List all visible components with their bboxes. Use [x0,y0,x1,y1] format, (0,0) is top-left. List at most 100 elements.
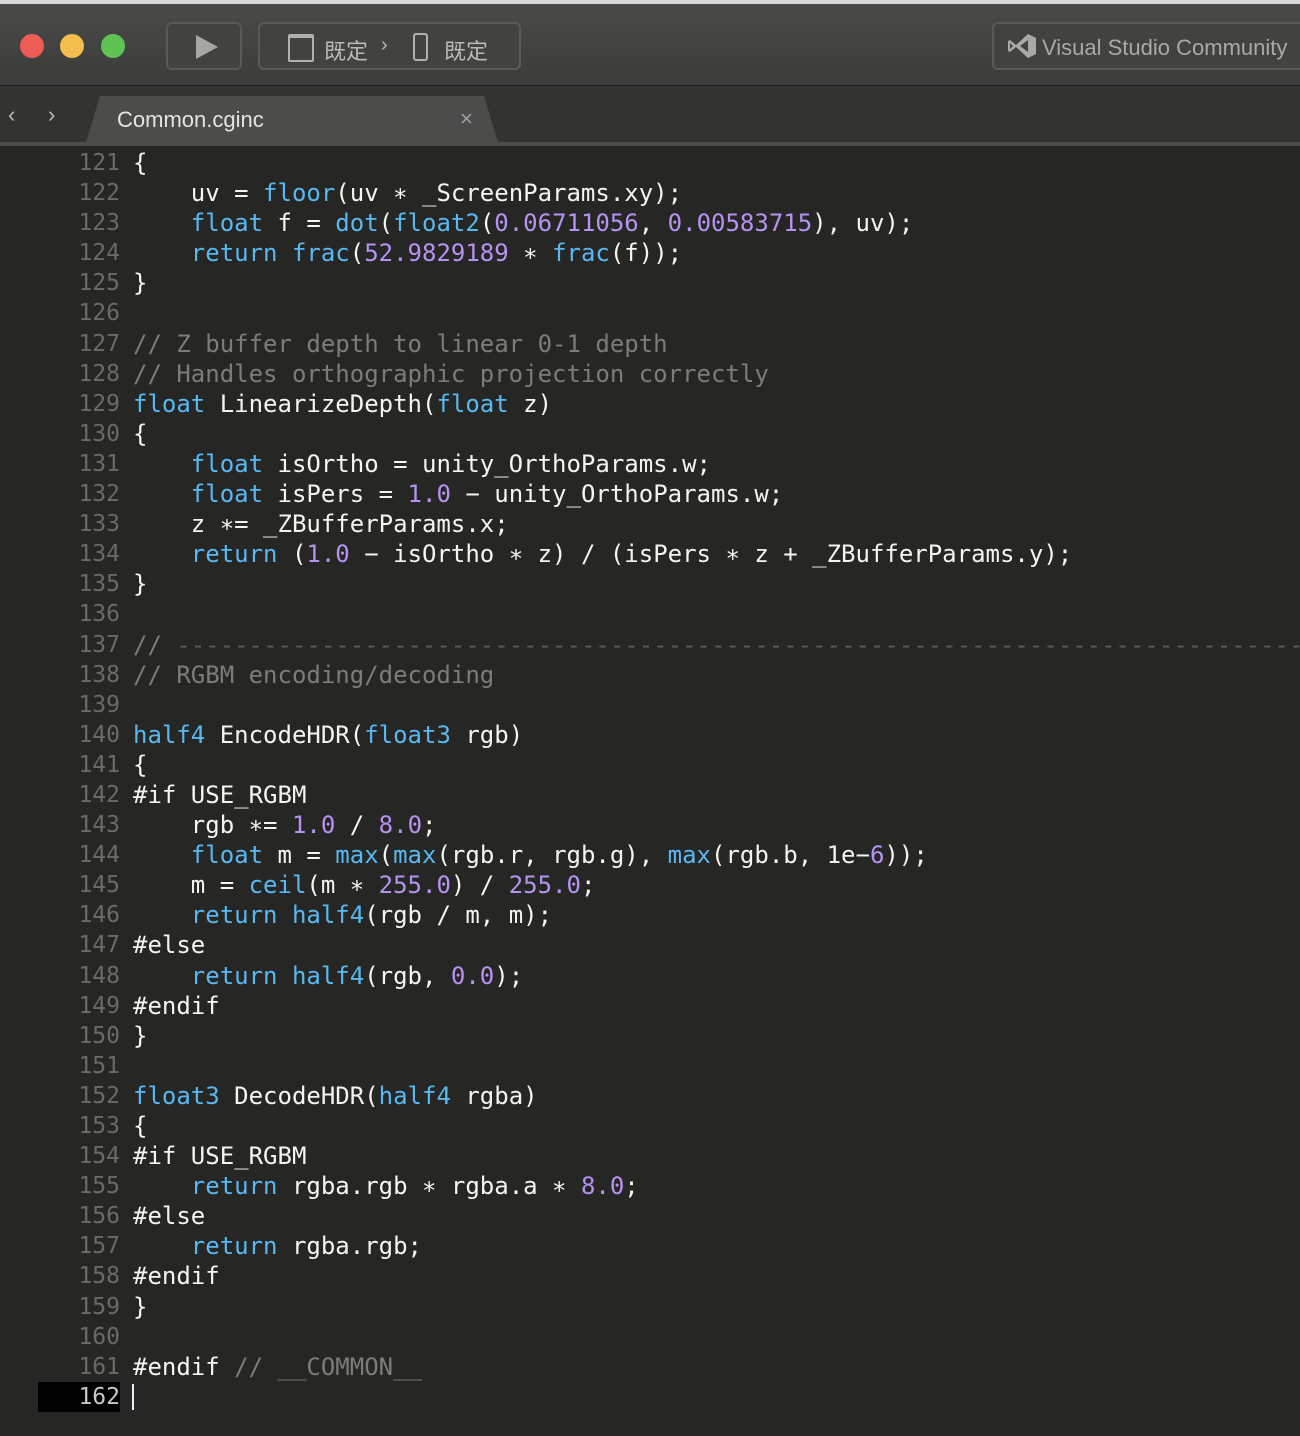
line-number: 157 [78,1233,120,1260]
code-text: #endif // __COMMON__ [133,1352,422,1382]
code-token: ); [494,961,524,990]
code-token: − isOrtho ∗ z) / (isPers ∗ z + _ZBufferP… [349,540,1073,569]
back-arrow-icon[interactable]: ‹ [8,102,15,128]
zoom-window-button[interactable] [101,34,125,58]
code-token: )); [884,841,928,870]
code-token: m = [133,871,249,900]
minimize-window-button[interactable] [60,34,84,58]
code-token: return [190,961,278,990]
code-token: #else [133,1202,206,1231]
code-editor[interactable]: 121 {122 uv = floor(uv ∗ _ScreenParams.xy… [0,146,1300,1436]
code-text: { [133,148,147,178]
code-token: ( [277,540,307,569]
code-token: 52.9829189 [364,239,509,268]
code-token: // Z buffer depth to linear 0-1 depth [133,329,668,358]
code-token: ( [479,209,495,238]
code-text: } [133,268,147,298]
code-text: float3 DecodeHDR(half4 rgba) [133,1081,538,1111]
code-text: } [133,1292,147,1322]
code-text: { [133,750,147,780]
code-token: rgb) [450,720,524,749]
code-token: floor [263,179,336,208]
code-text: // Z buffer depth to linear 0-1 depth [133,329,668,359]
code-token: // __COMMON__ [219,1352,422,1381]
code-token: (m ∗ [306,871,379,900]
code-token: #endif [133,1262,220,1291]
code-text: #if USE_RGBM [133,1141,306,1171]
code-token: max [393,841,437,870]
line-number: 127 [78,330,120,357]
line-number: 130 [78,420,120,447]
code-token: ( [378,209,394,238]
code-text: float isPers = 1.0 − unity_OrthoParams.w… [133,479,783,509]
text-caret [132,1383,134,1410]
code-text: { [133,419,147,449]
code-token: // RGBM encoding/decoding [133,660,495,689]
code-token: #if [133,1142,177,1171]
code-token: ), uv); [812,209,914,238]
code-token: { [133,149,148,177]
line-number: 138 [78,661,120,688]
code-token: } [133,570,148,599]
close-window-button[interactable] [20,34,44,58]
ide-status-area[interactable]: Visual Studio Community [992,22,1300,70]
code-token: max [335,841,379,870]
code-token: ceil [248,871,307,900]
device-icon [413,33,428,61]
code-token: half4 [291,901,365,930]
code-token: #else [133,931,206,960]
code-token: #if [133,780,177,809]
code-token: 0.00583715 [667,209,813,238]
code-token: { [133,1112,148,1140]
run-button[interactable] [166,22,242,70]
line-number: 140 [78,721,120,748]
close-tab-icon[interactable]: × [460,106,473,132]
code-token: 8.0 [378,811,423,840]
code-token: rgba.rgb; [277,1232,422,1261]
code-text: float isOrtho = unity_OrthoParams.w; [133,449,711,479]
code-token: float [190,209,264,238]
visual-studio-icon [1008,34,1036,58]
line-number: 143 [78,812,120,839]
configuration-selector[interactable]: 既定 › 既定 [258,22,521,70]
line-number: 124 [78,240,120,267]
code-text: #endif [133,991,220,1021]
code-token: float [436,389,509,418]
line-number: 147 [78,932,120,959]
code-token: DecodeHDR( [219,1081,379,1110]
code-token: 0.0 [450,961,495,990]
line-number: 139 [78,691,120,718]
code-token: #endif [133,991,220,1020]
code-token: 1.0 [407,480,451,509]
code-text: #if USE_RGBM [133,780,306,810]
code-token: } [133,269,148,298]
code-token: isOrtho = unity_OrthoParams.w; [263,449,711,478]
code-token: float [190,480,264,509]
code-token: ; [580,871,596,900]
code-token: 8.0 [580,1172,625,1201]
code-token: 1.0 [306,540,350,569]
code-token: uv = [133,179,264,208]
line-number: 153 [78,1113,120,1139]
code-text: #else [133,930,205,960]
forward-arrow-icon[interactable]: › [48,102,55,128]
tab-common-cginc[interactable]: Common.cginc × [86,96,498,142]
code-token: 255.0 [378,871,451,900]
code-text: rgb ∗= 1.0 / 8.0; [133,810,437,840]
code-token: max [667,841,712,870]
code-token: (rgb.b, 1e− [711,841,870,870]
line-number: 129 [78,390,120,417]
line-number: 136 [78,601,120,628]
line-number: 151 [78,1052,120,1079]
code-token: LinearizeDepth( [205,389,437,418]
code-token: f = [263,209,336,238]
